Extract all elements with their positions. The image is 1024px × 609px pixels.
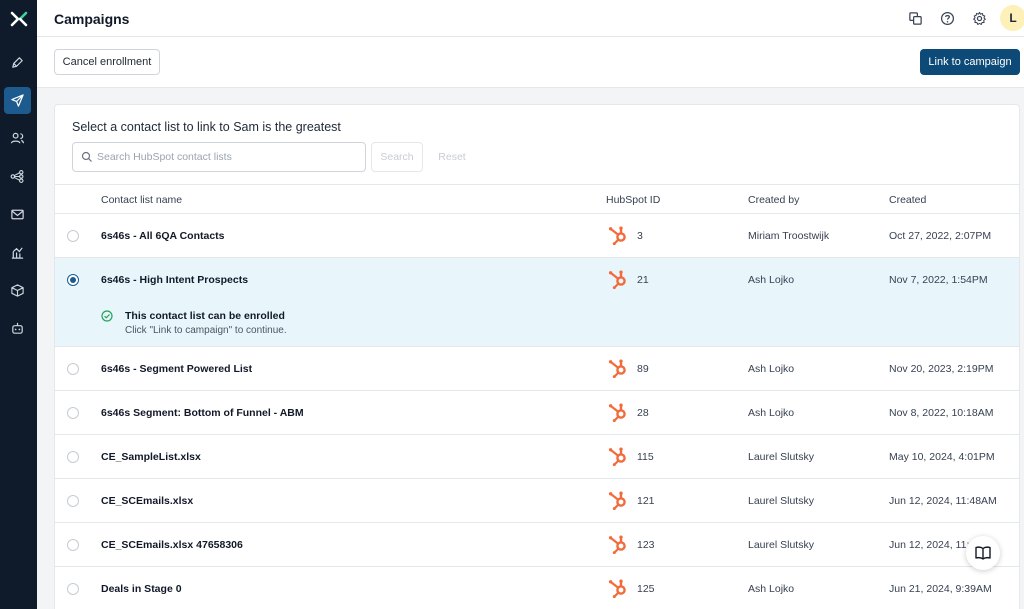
notice-title: This contact list can be enrolled <box>125 310 285 322</box>
copy-icon[interactable] <box>907 10 923 26</box>
nav-workflow-icon[interactable] <box>4 163 31 190</box>
link-to-campaign-button[interactable]: Link to campaign <box>920 49 1020 75</box>
page-header: Campaigns L <box>37 0 1024 37</box>
row-hubspot-id: 28 <box>637 407 649 419</box>
row-created-by: Laurel Slutsky <box>748 539 814 551</box>
search-box[interactable] <box>72 142 366 172</box>
column-header-name[interactable]: Contact list name <box>101 194 182 206</box>
nav-bot-icon[interactable] <box>4 315 31 342</box>
row-hubspot-id: 21 <box>637 274 649 286</box>
nav-mail-icon[interactable] <box>4 201 31 228</box>
nav-package-icon[interactable] <box>4 277 31 304</box>
row-radio[interactable] <box>67 495 79 507</box>
search-input[interactable] <box>97 144 359 170</box>
row-radio[interactable] <box>67 407 79 419</box>
hubspot-icon <box>607 401 629 423</box>
hubspot-icon <box>607 533 629 555</box>
hubspot-icon <box>607 357 629 379</box>
book-open-icon <box>975 546 991 560</box>
reset-button[interactable]: Reset <box>431 142 473 172</box>
row-created-by: Ash Lojko <box>748 407 795 419</box>
hubspot-icon <box>607 445 629 467</box>
row-radio[interactable] <box>67 451 79 463</box>
row-radio[interactable] <box>67 583 79 595</box>
nav-analytics-icon[interactable] <box>4 239 31 266</box>
table-row[interactable]: CE_SampleList.xlsx 115 Laurel Slutsky May 1… <box>55 435 1019 479</box>
row-radio[interactable] <box>67 230 79 242</box>
row-created-by: Laurel Slutsky <box>748 495 814 507</box>
hubspot-icon <box>607 489 629 511</box>
page-title: Campaigns <box>54 11 130 27</box>
table-row[interactable]: 6s46s - All 6QA Contacts 3 Miriam Troostwi… <box>55 214 1019 258</box>
nav-send-icon[interactable] <box>4 87 31 114</box>
row-created-by: Ash Lojko <box>748 583 795 595</box>
gear-icon[interactable] <box>971 10 987 26</box>
check-circle-icon <box>101 310 113 322</box>
row-hubspot-id: 121 <box>637 495 655 507</box>
docs-button[interactable] <box>966 536 1000 570</box>
row-radio[interactable] <box>67 363 79 375</box>
hubspot-icon <box>607 224 629 246</box>
row-created: Nov 8, 2022, 10:18AM <box>889 407 994 419</box>
row-list-name: 6s46s - Segment Powered List <box>101 363 253 375</box>
nav-pen-icon[interactable] <box>4 49 31 76</box>
row-created: Jun 21, 2024, 9:39AM <box>889 583 992 595</box>
nav-users-icon[interactable] <box>4 125 31 152</box>
row-hubspot-id: 115 <box>637 451 654 463</box>
row-created: Oct 27, 2022, 2:07PM <box>889 230 992 242</box>
row-hubspot-id: 3 <box>637 230 643 242</box>
row-radio[interactable] <box>67 539 79 551</box>
row-created-by: Ash Lojko <box>748 363 795 375</box>
row-created: Nov 7, 2022, 1:54PM <box>889 274 988 286</box>
table-row[interactable]: CE_SCEmails.xlsx 121 Laurel Slutsky Jun 12,… <box>55 479 1019 523</box>
table-row[interactable]: CE_SCEmails.xlsx 47658306 123 Laurel Sluts… <box>55 523 1019 567</box>
row-created: Jun 12, 2024, 11:48AM <box>889 495 997 507</box>
row-created-by: Miriam Troostwijk <box>748 230 830 242</box>
avatar[interactable]: L <box>1000 5 1024 31</box>
row-radio[interactable] <box>67 274 79 286</box>
table-row[interactable]: 6s46s - Segment Powered List 89 Ash Lojko N… <box>55 347 1019 391</box>
hubspot-icon <box>607 577 629 599</box>
card-title: Select a contact list to link to Sam is … <box>72 120 341 134</box>
table-row[interactable]: 6s46s Segment: Bottom of Funnel - ABM 28 A… <box>55 391 1019 435</box>
row-created-by: Laurel Slutsky <box>748 451 814 463</box>
action-toolbar: Cancel enrollment Link to campaign <box>37 37 1024 88</box>
row-list-name: CE_SampleList.xlsx <box>101 451 201 463</box>
sidebar <box>0 0 37 609</box>
row-hubspot-id: 89 <box>637 363 649 375</box>
row-list-name: Deals in Stage 0 <box>101 583 182 595</box>
row-list-name: 6s46s Segment: Bottom of Funnel - ABM <box>101 407 304 419</box>
table-row[interactable]: 6s46s - High Intent Prospects 21 Ash Lojko… <box>55 258 1019 302</box>
search-button[interactable]: Search <box>371 142 423 172</box>
help-icon[interactable] <box>939 10 955 26</box>
row-created: Jun 12, 2024, 11: <box>889 539 970 551</box>
enroll-notice: This contact list can be enrolled Click … <box>55 302 1019 347</box>
table-row[interactable]: Deals in Stage 0 125 Ash Lojko Jun 21, 2024… <box>55 567 1019 609</box>
row-hubspot-id: 125 <box>637 583 655 595</box>
row-created-by: Ash Lojko <box>748 274 795 286</box>
table-header: Contact list name HubSpot ID Created by … <box>55 184 1019 214</box>
search-icon <box>81 151 92 162</box>
row-created: Nov 20, 2023, 2:19PM <box>889 363 994 375</box>
row-hubspot-id: 123 <box>637 539 655 551</box>
column-header-created-by[interactable]: Created by <box>748 194 799 206</box>
row-created: May 10, 2024, 4:01PM <box>889 451 995 463</box>
column-header-created[interactable]: Created <box>889 194 926 206</box>
hubspot-icon <box>607 268 629 290</box>
notice-subtitle: Click "Link to campaign" to continue. <box>125 325 287 336</box>
cancel-enrollment-button[interactable]: Cancel enrollment <box>54 49 160 75</box>
row-list-name: CE_SCEmails.xlsx 47658306 <box>101 539 243 551</box>
row-list-name: CE_SCEmails.xlsx <box>101 495 194 507</box>
row-list-name: 6s46s - High Intent Prospects <box>101 274 249 286</box>
app-logo-icon[interactable] <box>0 0 37 37</box>
contact-list-card: Select a contact list to link to Sam is … <box>54 104 1020 609</box>
column-header-hubspot-id[interactable]: HubSpot ID <box>606 194 660 206</box>
row-list-name: 6s46s - All 6QA Contacts <box>101 230 225 242</box>
